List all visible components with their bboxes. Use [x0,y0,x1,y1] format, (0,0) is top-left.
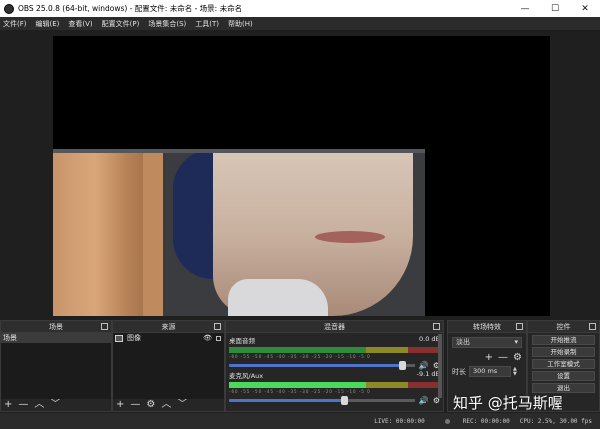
sources-title: 来源 [161,323,176,331]
menu-scene-collection[interactable]: 场景集合(S) [148,19,186,29]
sources-dock: 来源 图像 👁 + — ⚙ ︿ ﹀ [112,320,225,412]
undock-icon[interactable] [516,323,523,330]
source-item[interactable]: 图像 👁 [113,333,224,343]
duration-input[interactable]: 300 ms [469,366,511,377]
shirt-collar [228,279,328,316]
meter-scale: -60 -55 -50 -45 -40 -35 -30 -25 -20 -15 … [229,354,371,359]
start-streaming-button[interactable]: 开始推流 [532,335,595,345]
menu-help[interactable]: 帮助(H) [228,19,253,29]
close-button[interactable]: ✕ [570,0,600,17]
scenes-dock: 场景 场景 + — ︿ ﹀ [0,320,112,412]
undock-icon[interactable] [589,323,596,330]
rec-text: REC: 00:00:00 [462,417,510,425]
menu-file[interactable]: 文件(F) [3,19,27,29]
remove-scene-button[interactable]: — [18,400,28,410]
spin-arrows-icon[interactable]: ▲ ▼ [513,366,517,377]
sources-list: 图像 👁 [113,333,224,399]
visibility-eye-icon[interactable]: 👁 [203,333,212,343]
status-bar: LIVE: 00:00:00 REC: 00:00:00 CPU: 2.5%, … [0,413,600,429]
preview-canvas[interactable] [53,36,550,316]
move-source-down-button[interactable]: ﹀ [177,400,187,410]
meter-scale: -60 -55 -50 -45 -40 -35 -30 -25 -20 -15 … [229,389,371,394]
transitions-dock-title: 转场特效 [448,321,526,333]
duration-label: 时长 [452,367,466,376]
controls-title: 控件 [556,323,571,331]
live-text: LIVE: 00:00:00 [374,417,425,425]
lips [315,231,385,243]
channel-name: 桌面音频 [229,337,255,345]
volume-fader[interactable] [229,396,415,405]
door-frame [143,153,163,316]
minimize-button[interactable]: — [510,0,540,17]
volume-meter [229,347,440,353]
duration-row: 时长 300 ms ▲ ▼ [448,363,526,377]
add-source-button[interactable]: + [116,400,124,410]
lock-icon[interactable] [216,335,221,341]
chevron-down-icon: ▾ [514,338,518,346]
speaker-icon[interactable]: 🔊 [419,396,429,405]
mixer-title: 混音器 [324,323,345,331]
settings-button[interactable]: 设置 [532,371,595,381]
transition-selected: 淡出 [456,338,470,346]
window-title: OBS 25.0.8 (64-bit, windows) - 配置文件: 未命名… [18,4,243,13]
scenes-list: 场景 [1,333,111,399]
image-icon [115,334,123,342]
transitions-title: 转场特效 [473,323,501,331]
remove-transition-button[interactable]: — [498,352,508,363]
undock-icon[interactable] [101,323,108,330]
mixer-scrollbar[interactable] [438,334,442,398]
source-properties-button[interactable]: ⚙ [146,400,155,410]
channel-db: 0.0 dB [419,335,440,343]
record-dot-icon [444,418,450,424]
transition-properties-button[interactable]: ⚙ [513,352,522,363]
undock-icon[interactable] [433,323,440,330]
controls-dock-title: 控件 [528,321,599,333]
preview-area [0,30,600,318]
add-transition-button[interactable]: + [485,352,493,363]
volume-fader[interactable] [229,361,415,370]
remove-source-button[interactable]: — [130,400,140,410]
menu-profile[interactable]: 配置文件(P) [102,19,140,29]
obs-logo-icon [4,3,14,14]
add-scene-button[interactable]: + [4,400,12,410]
mixer-channel-desktop: 桌面音频 0.0 dB -60 -55 -50 -45 -40 -35 -30 … [226,333,443,370]
studio-mode-button[interactable]: 工作室模式 [532,359,595,369]
channel-name: 麦克风/Aux [229,372,264,380]
zhihu-watermark: 知乎 @托马斯喔 [453,394,563,412]
menu-view[interactable]: 查看(V) [68,19,92,29]
move-scene-up-button[interactable]: ︿ [34,400,44,410]
sources-toolbar: + — ⚙ ︿ ﹀ [113,399,224,411]
live-status: LIVE: 00:00:00 [364,418,425,425]
menu-edit[interactable]: 编辑(E) [36,19,60,29]
mixer-channel-mic: 麦克风/Aux -9.1 dB -60 -55 -50 -45 -40 -35 … [226,368,443,405]
scene-item[interactable]: 场景 [1,333,111,343]
maximize-button[interactable]: ☐ [540,0,570,17]
source-border [53,149,425,153]
undock-icon[interactable] [214,323,221,330]
move-scene-down-button[interactable]: ﹀ [50,400,60,410]
menu-tools[interactable]: 工具(T) [195,19,219,29]
window-titlebar: OBS 25.0.8 (64-bit, windows) - 配置文件: 未命名… [0,0,600,17]
source-item-label: 图像 [127,334,141,342]
volume-meter [229,382,440,388]
sources-dock-title: 来源 [113,321,224,333]
scenes-toolbar: + — ︿ ﹀ [1,399,111,411]
webcam-image-source[interactable] [53,149,425,316]
transition-toolbar: + — ⚙ [448,348,526,363]
scenes-dock-title: 场景 [1,321,111,333]
cpu-status: CPU: 2.5%, 30.00 fps [519,417,592,425]
channel-db: -9.1 dB [416,370,440,378]
menu-bar: 文件(F) 编辑(E) 查看(V) 配置文件(P) 场景集合(S) 工具(T) … [0,17,600,30]
mixer-dock-title: 混音器 [226,321,443,333]
start-recording-button[interactable]: 开始录制 [532,347,595,357]
rec-status: REC: 00:00:00 [435,418,510,425]
fader-knob[interactable] [341,396,349,405]
scene-item-label: 场景 [3,334,17,342]
scenes-title: 场景 [49,323,63,331]
mixer-dock: 混音器 桌面音频 0.0 dB -60 -55 -50 -45 -40 -35 … [225,320,444,412]
move-source-up-button[interactable]: ︿ [161,400,171,410]
transition-select[interactable]: 淡出 ▾ [452,337,522,348]
